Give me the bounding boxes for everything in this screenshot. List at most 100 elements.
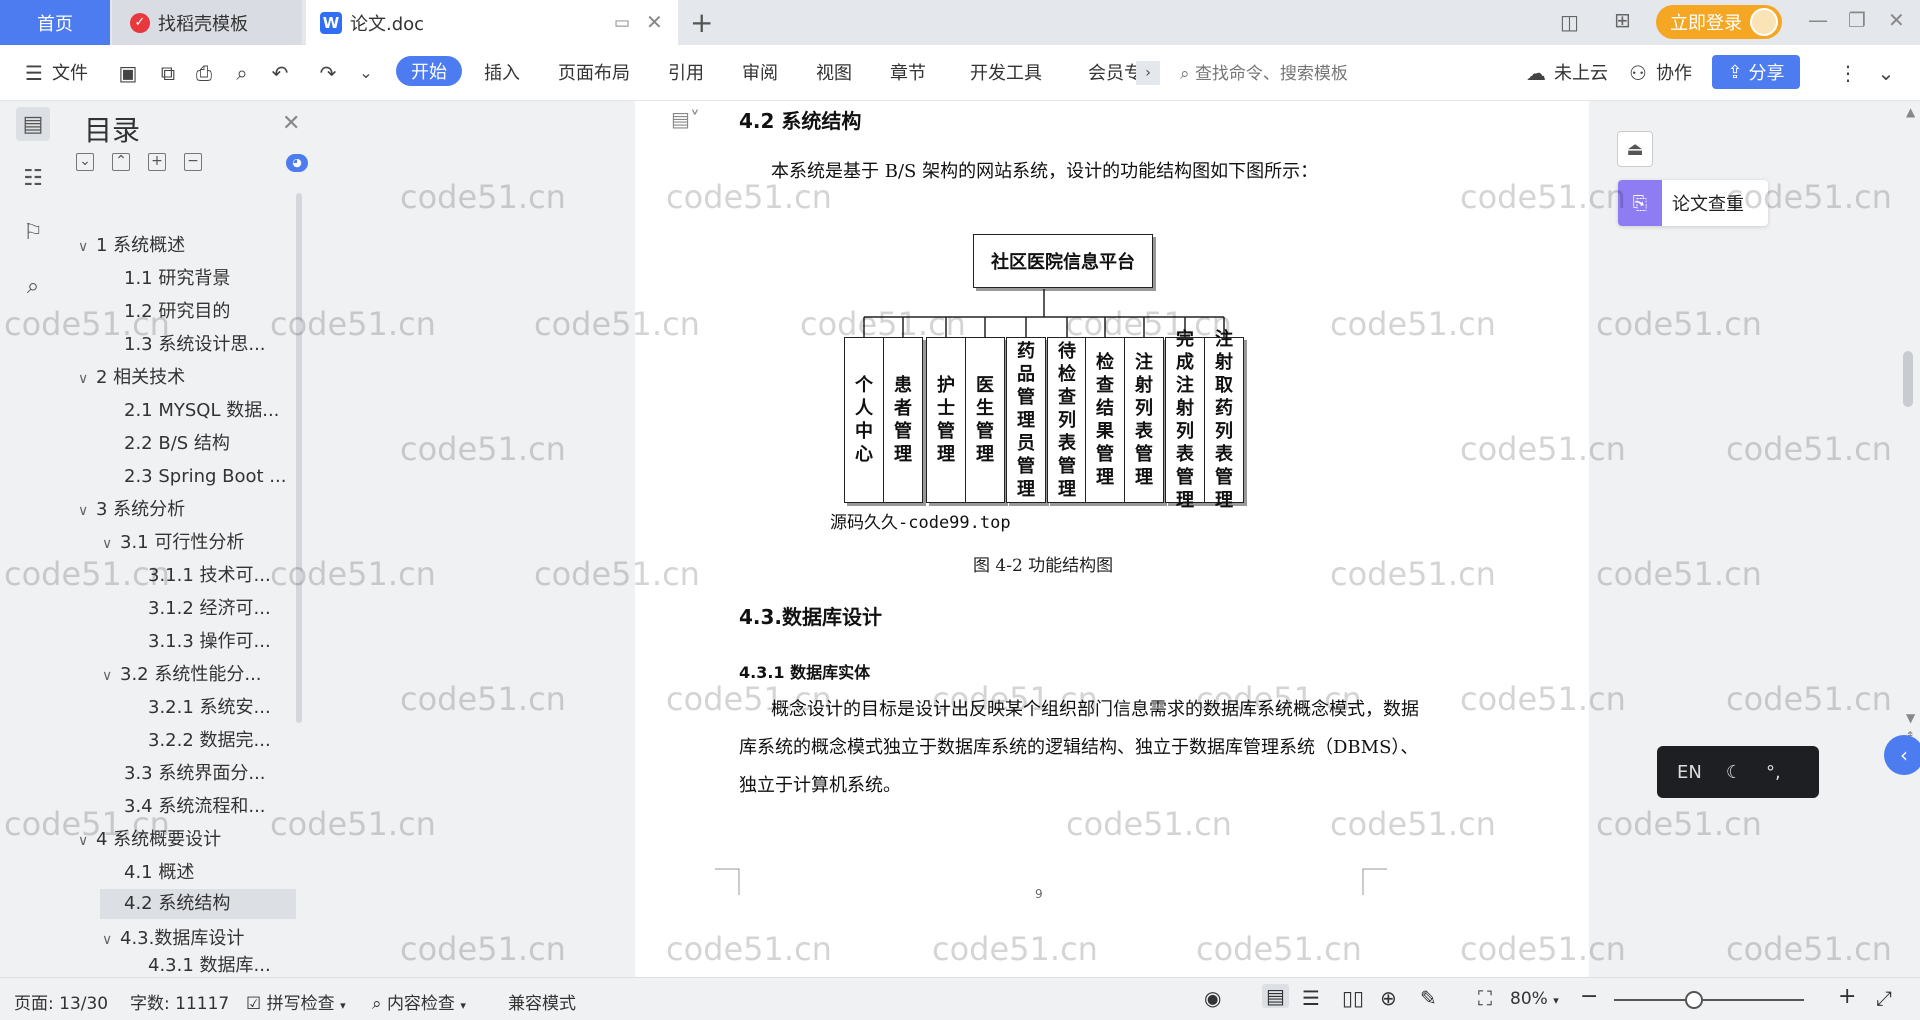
ribbon-tab-member[interactable]: 会员专 [1088, 59, 1142, 85]
pen-icon[interactable]: ✎ [1420, 986, 1437, 1010]
expand-all-icon[interactable]: ⌄ [76, 153, 94, 171]
chevron-down-icon[interactable]: ∨ [102, 529, 120, 558]
zoom-slider-handle[interactable] [1685, 991, 1703, 1009]
collapse-ribbon-icon[interactable]: ⌄ [1874, 61, 1898, 85]
chevron-down-icon[interactable]: ∨ [102, 661, 120, 690]
toc-item[interactable]: 2.2 B/S 结构 [124, 429, 324, 459]
export-pdf-icon[interactable]: ⧉ [156, 61, 180, 85]
minimize-icon[interactable]: — [1808, 8, 1828, 32]
toc-item[interactable]: ∨ 1 系统概述 [78, 231, 278, 261]
side-expand-button[interactable]: ‹ [1884, 735, 1920, 775]
toc-item-selected[interactable]: 4.2 系统结构 [100, 889, 296, 919]
plagiarism-check-button[interactable]: ⎘ 论文查重 [1618, 180, 1768, 226]
zoom-level[interactable]: 80% ▾ [1510, 989, 1559, 1009]
toc-item[interactable]: 3.1.3 操作可... [148, 627, 298, 657]
add-heading-icon[interactable]: + [148, 153, 166, 171]
content-check-button[interactable]: ⌕ 内容检查 ▾ [372, 989, 466, 1014]
ime-language[interactable]: EN [1677, 762, 1702, 783]
ribbon-tab-reference[interactable]: 引用 [668, 59, 704, 85]
toc-item[interactable]: 1.2 研究目的 [124, 297, 324, 327]
ribbon-tab-review[interactable]: 审阅 [742, 59, 778, 85]
toc-item[interactable]: ∨ 4.3.数据库设计 [102, 924, 302, 954]
apps-grid-icon[interactable]: ⊞ [1614, 8, 1631, 32]
zoom-in-icon[interactable]: + [1838, 984, 1856, 1009]
toc-item[interactable]: 2.3 Spring Boot ... [124, 462, 324, 492]
toc-item[interactable]: ∨ 4 系统概要设计 [78, 825, 278, 855]
menu-hamburger-icon[interactable]: ☰ [22, 61, 46, 85]
ribbon-tab-devtools[interactable]: 开发工具 [970, 59, 1042, 85]
collapse-all-icon[interactable]: ⌃ [112, 153, 130, 171]
screen-icon[interactable]: ▭ [614, 13, 630, 33]
toc-item[interactable]: 3.1.2 经济可... [148, 594, 298, 624]
remove-heading-icon[interactable]: − [184, 153, 202, 171]
restore-icon[interactable]: ❐ [1848, 8, 1866, 32]
chevron-down-icon[interactable]: ∨ [78, 232, 96, 261]
toc-item[interactable]: ∨ 3.1 可行性分析 [102, 528, 302, 558]
more-dropdown-icon[interactable]: ⌄ [354, 61, 378, 85]
ribbon-tab-view[interactable]: 视图 [816, 59, 852, 85]
collab-button[interactable]: 协作 [1656, 59, 1692, 85]
cloud-status[interactable]: 未上云 [1554, 59, 1608, 85]
ime-toolbar[interactable]: EN ☾ °, [1657, 746, 1819, 798]
chevron-down-icon[interactable]: ∨ [78, 826, 96, 855]
toc-item[interactable]: ∨ 3 系统分析 [78, 495, 278, 525]
navigation-icon[interactable]: ☷ [16, 161, 50, 195]
word-count[interactable]: 字数: 11117 [130, 989, 229, 1014]
toc-item[interactable]: 3.2.2 数据完... [148, 726, 298, 756]
command-search[interactable]: ⌕ 查找命令、搜索模板 [1180, 59, 1348, 84]
print-preview-icon[interactable]: ⌕ [230, 61, 254, 85]
ai-assistant-icon[interactable]: ◕ [286, 154, 308, 172]
layout-mode-icon[interactable]: ◫ [1560, 10, 1579, 34]
toc-item[interactable]: ∨ 3.2 系统性能分... [102, 660, 302, 690]
ribbon-tab-chapter[interactable]: 章节 [890, 59, 926, 85]
share-button[interactable]: ⇪ 分享 [1712, 55, 1800, 89]
vertical-scrollbar[interactable]: ▲ ▼ ⇞ ⇟ [1896, 101, 1920, 977]
toc-item[interactable]: 4.3.1 数据库... [148, 955, 298, 977]
web-view-icon[interactable]: ⊕ [1380, 986, 1397, 1010]
page-indicator[interactable]: 页面: 13/30 [14, 989, 108, 1014]
punctuation-icon[interactable]: °, [1766, 762, 1781, 783]
new-tab-plus-icon[interactable]: + [690, 6, 713, 39]
reading-view-icon[interactable]: ▯▯ [1342, 986, 1364, 1010]
document-page[interactable]: ▤˅ 4.2 系统结构 本系统是基于 B/S 架构的网站系统，设计的功能结构图如… [635, 101, 1589, 977]
outline-view-icon[interactable]: ☰ [1302, 986, 1320, 1010]
fit-page-icon[interactable]: ⛶ [1478, 986, 1492, 1010]
toc-item[interactable]: 1.1 研究背景 [124, 264, 324, 294]
toc-item[interactable]: 3.1.1 技术可... [148, 561, 298, 591]
print-icon[interactable]: ⎙ [192, 61, 216, 85]
tab-home[interactable]: 首页 [0, 0, 110, 45]
ribbon-tab-layout[interactable]: 页面布局 [558, 59, 630, 85]
moon-icon[interactable]: ☾ [1726, 762, 1742, 783]
chevron-right-icon[interactable]: › [1136, 61, 1160, 85]
find-icon[interactable]: ⌕ [16, 269, 50, 303]
chevron-down-icon[interactable]: ∨ [78, 496, 96, 525]
scroll-up-icon[interactable]: ▲ [1906, 105, 1915, 119]
chevron-down-icon[interactable]: ∨ [102, 925, 120, 954]
spell-check-button[interactable]: ☑ 拼写检查 ▾ [246, 989, 346, 1014]
toc-item[interactable]: ∨ 2 相关技术 [78, 363, 278, 393]
ribbon-tab-start[interactable]: 开始 [396, 56, 462, 86]
page-view-icon[interactable]: ▤ [1262, 984, 1289, 1008]
tab-document[interactable]: W 论文.doc ▭ ✕ [306, 0, 678, 45]
login-button[interactable]: 立即登录 [1656, 5, 1782, 39]
zoom-slider[interactable] [1614, 999, 1804, 1001]
collapse-panel-button[interactable]: ⏏ [1617, 131, 1653, 167]
toc-item[interactable]: 3.4 系统流程和... [124, 792, 324, 822]
tab-close-icon[interactable]: ✕ [646, 10, 663, 34]
undo-icon[interactable]: ↶ [268, 61, 292, 85]
toc-panel-icon[interactable]: ▤ [16, 107, 50, 141]
save-icon[interactable]: ▣ [116, 61, 140, 85]
more-options-icon[interactable]: ⋮ [1836, 61, 1860, 85]
chevron-down-icon[interactable]: ∨ [78, 364, 96, 393]
bookmark-icon[interactable]: ⚐ [16, 215, 50, 249]
scroll-down-icon[interactable]: ▼ [1906, 711, 1915, 725]
toc-item[interactable]: 3.3 系统界面分... [124, 759, 324, 789]
toc-item[interactable]: 1.3 系统设计思... [124, 330, 324, 360]
scrollbar-thumb[interactable] [1903, 351, 1913, 407]
close-window-icon[interactable]: ✕ [1888, 8, 1905, 32]
toc-scrollbar[interactable] [296, 193, 302, 723]
tab-dokeshell[interactable]: ✓ 找稻壳模板 [112, 0, 302, 45]
zoom-out-icon[interactable]: − [1580, 984, 1598, 1009]
file-menu[interactable]: 文件 [52, 59, 88, 85]
toc-item[interactable]: 4.1 概述 [124, 858, 324, 888]
